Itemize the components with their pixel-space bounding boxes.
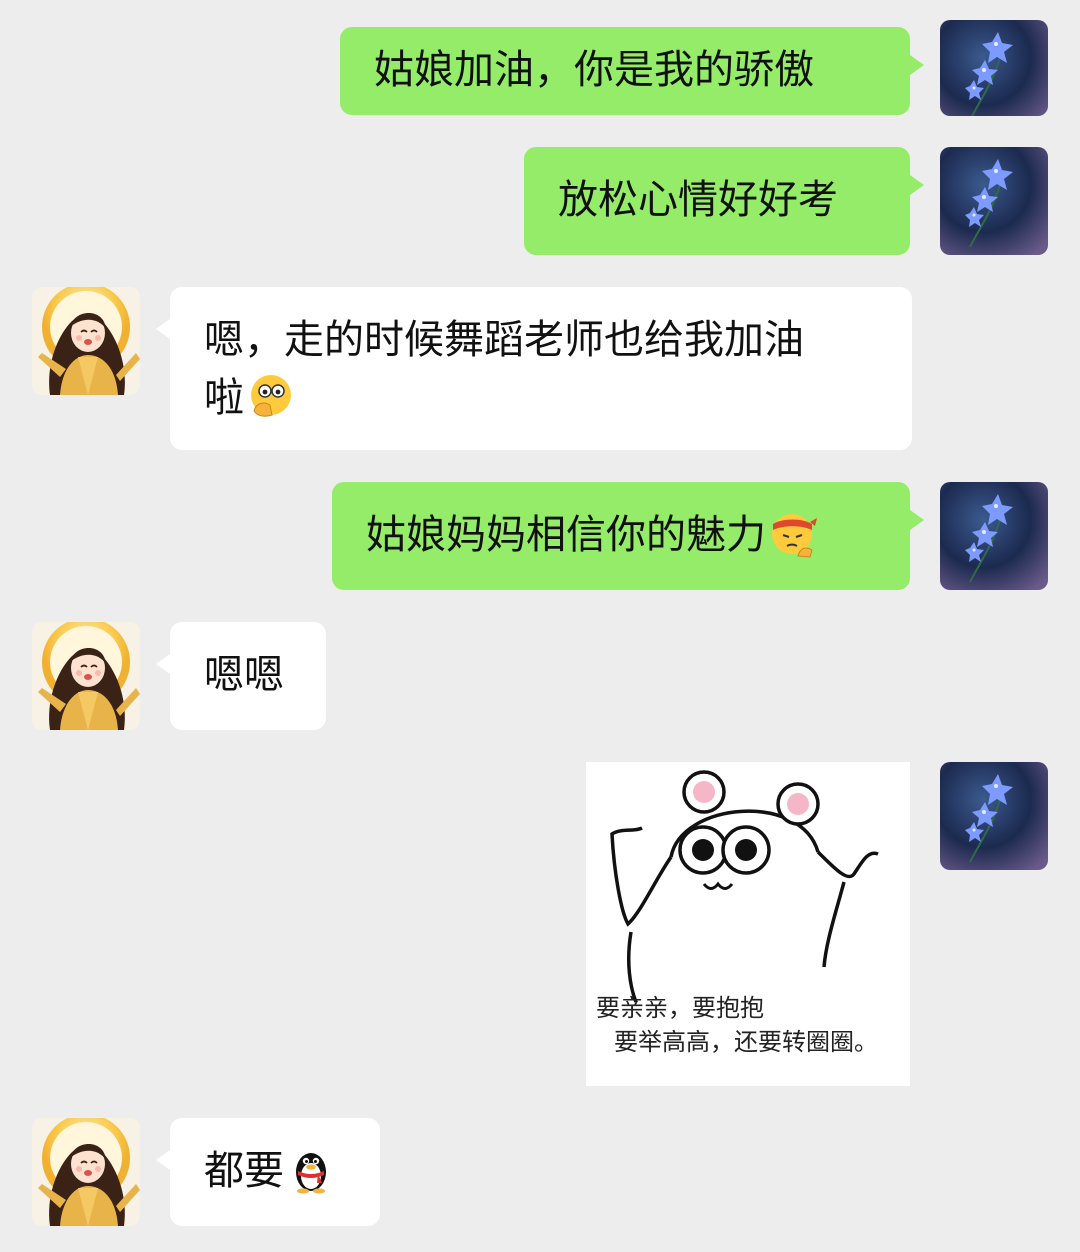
determined-headband-face-emoji-icon	[768, 508, 818, 558]
message-bubble[interactable]: 姑娘妈妈相信你的魅力	[332, 482, 924, 590]
my-avatar[interactable]	[940, 482, 1048, 590]
message-text: 放松心情好好考	[558, 177, 838, 223]
message-bubble[interactable]: 嗯嗯	[156, 622, 326, 730]
purple-flower-avatar-icon	[940, 762, 1048, 870]
message-bubble[interactable]: 都要	[156, 1118, 380, 1226]
cartoon-girl-avatar-icon	[32, 622, 140, 730]
thinking-face-emoji-icon	[246, 371, 296, 421]
message-bubble[interactable]: 姑娘加油，你是我的骄傲	[340, 27, 924, 115]
message-text: 姑娘加油，你是我的骄傲	[374, 47, 814, 93]
message-text-line: 啦	[204, 369, 878, 427]
contact-avatar[interactable]	[32, 1118, 140, 1226]
cartoon-girl-avatar-icon	[32, 1118, 140, 1226]
chat-view[interactable]: 姑娘加油，你是我的骄傲 放松心情好好考 嗯，走的时候舞蹈老师也给我加油 啦 姑娘…	[0, 0, 1080, 1252]
message-bubble[interactable]: 嗯，走的时候舞蹈老师也给我加油 啦	[156, 287, 912, 450]
contact-avatar[interactable]	[32, 622, 140, 730]
purple-flower-avatar-icon	[940, 20, 1048, 116]
sticker-image[interactable]: 要亲亲，要抱抱 要举高高，还要转圈圈。	[586, 762, 910, 1086]
my-avatar[interactable]	[940, 762, 1048, 870]
sticker-caption: 要举高高，还要转圈圈。	[614, 1028, 878, 1056]
message-text: 嗯嗯	[204, 652, 284, 698]
message-text-line: 嗯，走的时候舞蹈老师也给我加油	[204, 317, 804, 363]
my-avatar[interactable]	[940, 20, 1048, 116]
message-text: 姑娘妈妈相信你的魅力	[366, 512, 766, 558]
purple-flower-avatar-icon	[940, 482, 1048, 590]
message-text: 都要	[204, 1148, 284, 1194]
sticker-caption: 要亲亲，要抱抱	[596, 994, 764, 1022]
qq-penguin-emoji-icon	[286, 1144, 336, 1194]
message-text: 啦	[204, 375, 244, 421]
message-bubble[interactable]: 放松心情好好考	[524, 147, 924, 255]
cartoon-girl-avatar-icon	[32, 287, 140, 395]
purple-flower-avatar-icon	[940, 147, 1048, 255]
contact-avatar[interactable]	[32, 287, 140, 395]
my-avatar[interactable]	[940, 147, 1048, 255]
